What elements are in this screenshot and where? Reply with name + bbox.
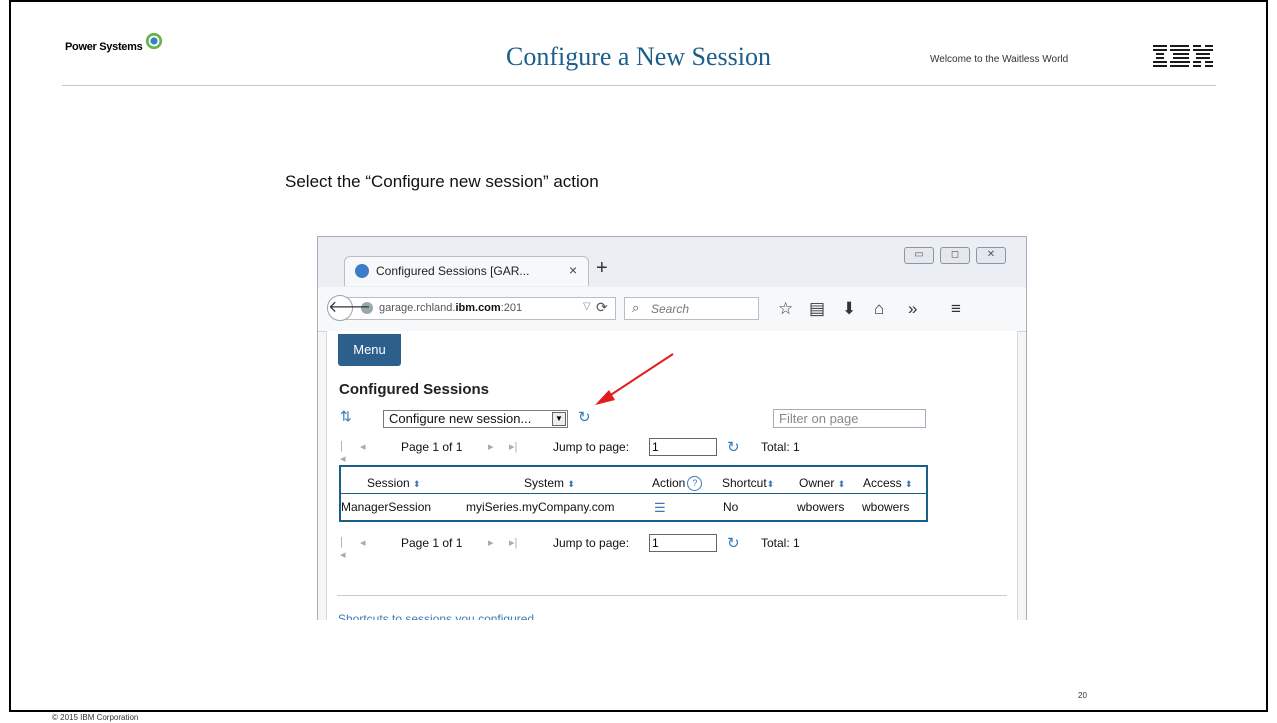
cell-owner: wbowers [797, 500, 845, 514]
tab-bar: Configured Sessions [GAR... × + ▭ ◻ ✕ [318, 237, 1026, 287]
last-page-icon[interactable]: ▸| [509, 536, 517, 549]
reorder-icon[interactable]: ⇅ [340, 408, 352, 425]
browser-window: Configured Sessions [GAR... × + ▭ ◻ ✕ ga… [317, 236, 1027, 620]
filter-input[interactable]: Filter on page [773, 409, 926, 428]
first-page-icon[interactable]: |◂ [340, 536, 346, 561]
next-page-icon[interactable]: ▸ [488, 440, 494, 453]
total-count: Total: 1 [761, 536, 800, 550]
col-header-system[interactable]: System ⬍ [524, 476, 575, 490]
col-header-shortcut[interactable]: Shortcut⬍ [722, 476, 774, 490]
refresh-icon[interactable]: ↻ [727, 438, 740, 456]
search-icon: ⌕ [632, 300, 640, 315]
jump-label: Jump to page: [553, 440, 630, 454]
chevron-down-icon[interactable]: ▼ [552, 412, 566, 426]
overflow-icon[interactable]: » [908, 299, 917, 319]
page-indicator: Page 1 of 1 [401, 440, 463, 454]
action-select[interactable]: Configure new session... ▼ [383, 410, 568, 428]
url-dropdown-icon[interactable]: ▽ [583, 301, 591, 312]
minimize-button[interactable]: ▭ [904, 247, 934, 264]
jump-label: Jump to page: [553, 536, 630, 550]
action-select-value: Configure new session... [389, 411, 532, 426]
reading-list-icon[interactable]: ▤ [809, 299, 825, 319]
title-divider [62, 85, 1216, 86]
instruction-text: Select the “Configure new session” actio… [285, 172, 599, 191]
page-number: 20 [1078, 691, 1087, 700]
filter-placeholder: Filter on page [779, 411, 859, 426]
tab-configured-sessions[interactable]: Configured Sessions [GAR... × [344, 256, 589, 286]
page-heading: Configured Sessions [339, 381, 490, 398]
url-bar[interactable]: garage.rchland.ibm.com:201 ▽ ⟳ [344, 297, 616, 320]
col-header-session[interactable]: Session ⬍ [367, 476, 421, 490]
action-list-icon[interactable]: ☰ [654, 500, 666, 516]
cell-access: wbowers [862, 500, 910, 514]
sessions-table: Session ⬍ System ⬍ Action? Shortcut⬍ Own… [339, 465, 928, 522]
last-page-icon[interactable]: ▸| [509, 440, 517, 453]
section-divider [337, 595, 1007, 596]
cell-session: ManagerSession [341, 500, 432, 514]
navigation-bar: garage.rchland.ibm.com:201 ▽ ⟳ 🡐 ⌕ Searc… [318, 287, 1026, 332]
refresh-icon[interactable]: ↻ [727, 534, 740, 552]
sort-icon: ⬍ [905, 479, 913, 489]
tab-title: Configured Sessions [GAR... [376, 264, 530, 278]
new-tab-button[interactable]: + [596, 257, 608, 280]
copyright: © 2015 IBM Corporation [52, 713, 139, 722]
maximize-button[interactable]: ◻ [940, 247, 970, 264]
first-page-icon[interactable]: |◂ [340, 440, 346, 465]
cell-shortcut: No [723, 500, 739, 514]
download-icon[interactable]: ⬇ [842, 299, 856, 319]
jump-page-input[interactable] [649, 438, 717, 456]
close-window-button[interactable]: ✕ [976, 247, 1006, 264]
info-icon [355, 264, 369, 278]
menu-button[interactable]: Menu [338, 334, 401, 366]
hamburger-menu-icon[interactable]: ≡ [951, 299, 961, 319]
shortcuts-link[interactable]: Shortcuts to sessions you configured [338, 612, 534, 620]
sort-icon: ⬍ [766, 479, 775, 489]
sort-icon: ⬍ [837, 479, 846, 489]
welcome-text: Welcome to the Waitless World [930, 54, 1069, 65]
reload-icon[interactable]: ⟳ [596, 299, 608, 316]
go-refresh-icon[interactable]: ↻ [578, 408, 591, 426]
home-icon[interactable]: ⌂ [874, 299, 884, 319]
help-icon[interactable]: ? [687, 476, 703, 491]
col-header-owner[interactable]: Owner ⬍ [799, 476, 845, 490]
total-count: Total: 1 [761, 440, 800, 454]
ibm-logo [1153, 45, 1213, 67]
close-tab-icon[interactable]: × [569, 262, 577, 278]
bookmark-star-icon[interactable]: ☆ [778, 299, 793, 319]
prev-page-icon[interactable]: ◂ [360, 440, 366, 453]
col-header-action: Action? [652, 476, 703, 491]
slide-title: Configure a New Session [505, 42, 771, 71]
search-box[interactable]: ⌕ Search [624, 297, 759, 320]
page-indicator: Page 1 of 1 [401, 536, 463, 550]
url-text: garage.rchland.ibm.com:201 [379, 302, 523, 314]
cell-system: myiSeries.myCompany.com [466, 500, 615, 514]
red-pointer-arrow [595, 353, 674, 405]
col-header-access[interactable]: Access ⬍ [863, 476, 913, 490]
header-separator [341, 493, 926, 494]
prev-page-icon[interactable]: ◂ [360, 536, 366, 549]
back-button[interactable]: 🡐 [327, 295, 371, 321]
jump-page-input[interactable] [649, 534, 717, 552]
search-placeholder: Search [651, 302, 690, 316]
sort-icon: ⬍ [413, 479, 421, 489]
sort-icon: ⬍ [567, 479, 575, 489]
next-page-icon[interactable]: ▸ [488, 536, 494, 549]
